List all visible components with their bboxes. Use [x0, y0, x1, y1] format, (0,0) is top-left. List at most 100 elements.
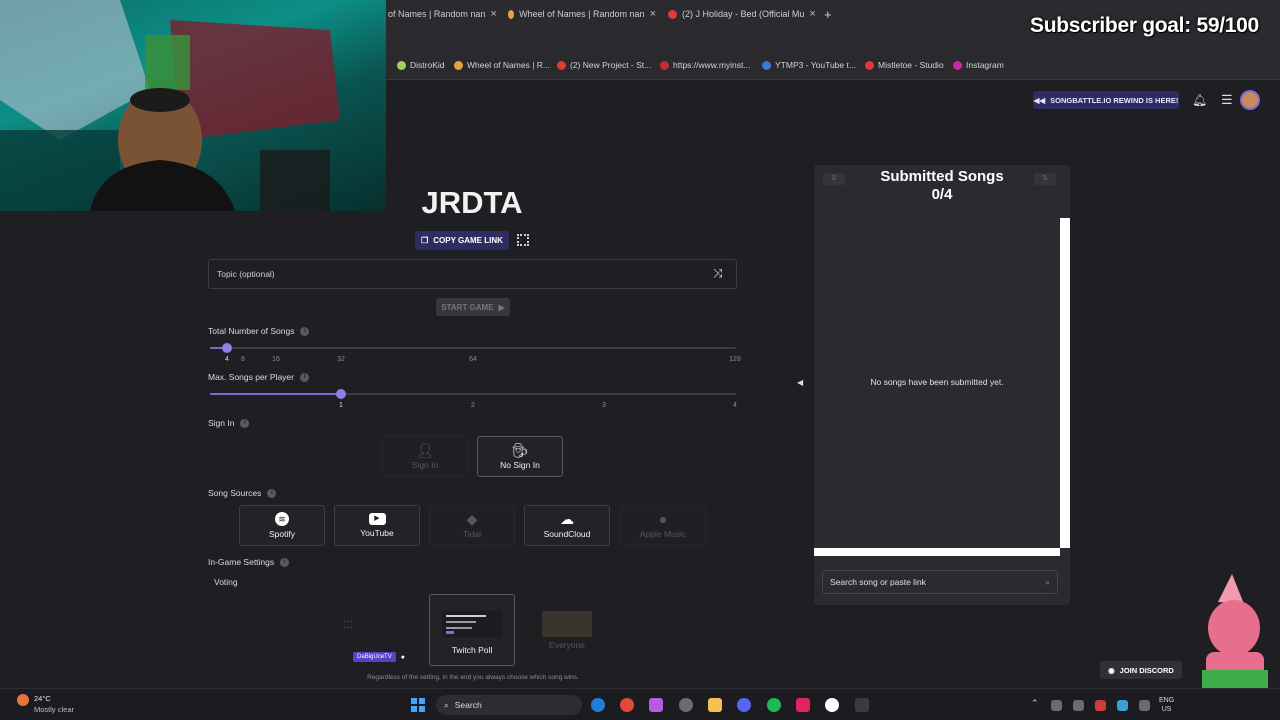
- voting-everyone[interactable]: Everyone: [524, 594, 610, 666]
- new-tab-button[interactable]: +: [824, 5, 832, 23]
- rewind-banner-button[interactable]: ◀◀ SONGBATTLE.IO REWIND IS HERE!: [1033, 91, 1179, 109]
- spotify-app-icon[interactable]: [767, 698, 781, 712]
- tray-icon[interactable]: [1095, 700, 1106, 711]
- close-tab-icon[interactable]: ×: [490, 8, 496, 20]
- apple-icon: ●: [658, 511, 668, 527]
- voting-twitch-poll[interactable]: Twitch Poll: [429, 594, 515, 666]
- wheel-icon: [454, 60, 463, 70]
- edge-icon[interactable]: [591, 698, 605, 712]
- soundcloud-icon: ☁: [560, 511, 574, 527]
- taskbar-search-box[interactable]: ⌕ Search: [436, 695, 582, 715]
- file-explorer-icon[interactable]: [708, 698, 722, 712]
- instagram-icon: [953, 60, 962, 70]
- total-songs-slider[interactable]: [210, 347, 736, 349]
- copy-game-link-button[interactable]: ❐ COPY GAME LINK: [415, 231, 509, 250]
- info-icon[interactable]: i: [267, 488, 277, 498]
- discord-app-icon[interactable]: [737, 698, 751, 712]
- copilot-icon[interactable]: [649, 698, 663, 712]
- start-game-button[interactable]: START GAME ▶: [436, 298, 510, 316]
- bookmark-item[interactable]: DistroKid: [397, 60, 444, 70]
- bookmark-item[interactable]: https://www.myinst...: [660, 60, 750, 70]
- source-apple-music[interactable]: ● Apple Music: [620, 505, 706, 546]
- cursor-icon: ●: [400, 653, 405, 661]
- app-icon[interactable]: [855, 698, 869, 712]
- sign-in-label: Sign In i: [208, 418, 250, 428]
- incognito-icon: 🕵︎: [511, 442, 529, 458]
- browser-tab[interactable]: of Names | Random nan ×: [388, 5, 500, 23]
- bookmark-label: Wheel of Names | R...: [467, 60, 550, 70]
- total-songs-handle[interactable]: [222, 343, 232, 353]
- settings-icon[interactable]: [679, 698, 693, 712]
- sign-in-text: Sign In: [208, 418, 235, 428]
- submitted-songs-count: 0/4: [931, 186, 953, 203]
- bookmark-item[interactable]: Wheel of Names | R...: [454, 60, 550, 70]
- bell-icon[interactable]: 🔔︎: [1192, 93, 1207, 107]
- weather-description[interactable]: Mostly clear: [34, 705, 74, 714]
- shuffle-icon[interactable]: ⤨: [713, 266, 723, 281]
- tiktok-app-icon[interactable]: [796, 698, 810, 712]
- slider-tick: 4: [225, 356, 229, 363]
- topic-placeholder: Topic (optional): [217, 269, 275, 279]
- bookmark-item[interactable]: Mistletoe - Studio: [865, 60, 944, 70]
- spotify-icon: ≋: [275, 512, 289, 526]
- taskbar-search-label: Search: [454, 700, 482, 710]
- start-game-label: START GAME: [441, 302, 494, 312]
- source-spotify[interactable]: ≋ Spotify: [239, 505, 325, 546]
- bookmark-label: DistroKid: [410, 60, 445, 70]
- option-label: Spotify: [269, 529, 295, 539]
- voting-twitch-chat[interactable]: ▪ ▪ ▪ ▪ ▪ ▪ DaBigUceTV ●: [336, 594, 422, 666]
- close-tab-icon[interactable]: ×: [650, 8, 656, 20]
- info-icon[interactable]: i: [300, 326, 310, 336]
- bookmark-item[interactable]: (2) New Project - St...: [557, 60, 651, 70]
- join-discord-button[interactable]: ◉ JOIN DISCORD: [1100, 661, 1182, 679]
- collapse-panel-icon[interactable]: ◀: [797, 378, 803, 387]
- slider-tick: 1: [339, 402, 343, 409]
- horizontal-scrollbar[interactable]: [814, 548, 1060, 556]
- slider-tick: 64: [469, 356, 477, 363]
- qr-code-icon[interactable]: [517, 234, 529, 246]
- submitted-songs-title: Submitted Songs: [880, 168, 1004, 185]
- no-sign-in-option[interactable]: 🕵︎ No Sign In: [477, 436, 563, 477]
- topic-input[interactable]: Topic (optional): [208, 259, 737, 289]
- weather-icon[interactable]: [17, 694, 29, 706]
- avatar[interactable]: [1240, 90, 1260, 110]
- info-icon[interactable]: i: [299, 372, 309, 382]
- browser-tab[interactable]: Wheel of Names | Random nan ×: [508, 5, 656, 23]
- tray-icon[interactable]: [1051, 700, 1062, 711]
- option-label: Tidal: [462, 529, 482, 539]
- in-game-settings-label: In-Game Settings i: [208, 557, 290, 567]
- tray-icon[interactable]: [1073, 700, 1084, 711]
- total-songs-label: Total Number of Songs i: [208, 326, 310, 336]
- bookmark-item[interactable]: YTMP3 - YouTube t...: [762, 60, 856, 70]
- sign-in-option[interactable]: 👤︎ Sign In: [382, 436, 468, 477]
- vertical-scrollbar[interactable]: [1060, 218, 1070, 548]
- windows-start-icon[interactable]: [411, 698, 425, 712]
- poll-line: [446, 627, 472, 629]
- song-sources-label: Song Sources i: [208, 488, 277, 498]
- close-tab-icon[interactable]: ×: [809, 8, 815, 20]
- wifi-icon[interactable]: [1139, 700, 1150, 711]
- start-tile: [411, 706, 417, 712]
- voting-label: Voting: [214, 577, 238, 587]
- slider-tick: 8: [241, 356, 245, 363]
- character-figure: [1202, 574, 1268, 688]
- browser-tab[interactable]: (2) J Holiday - Bed (Official Mu ×: [668, 5, 818, 23]
- source-tidal[interactable]: ◆ Tidal: [429, 505, 515, 546]
- in-game-text: In-Game Settings: [208, 557, 275, 567]
- studio-icon: [557, 60, 566, 70]
- menu-icon[interactable]: ☰: [1221, 92, 1233, 108]
- max-songs-handle[interactable]: [336, 389, 346, 399]
- weather-temp[interactable]: 24°C: [34, 694, 51, 703]
- chrome-icon[interactable]: [620, 698, 634, 712]
- obs-app-icon[interactable]: [825, 698, 839, 712]
- tray-icon[interactable]: [1117, 700, 1128, 711]
- bookmark-item[interactable]: Instagram: [953, 60, 1004, 70]
- source-soundcloud[interactable]: ☁ SoundCloud: [524, 505, 610, 546]
- info-icon[interactable]: i: [280, 557, 290, 567]
- info-icon[interactable]: i: [240, 418, 250, 428]
- source-youtube[interactable]: ▶ YouTube: [334, 505, 420, 546]
- slider-tick: 16: [272, 356, 280, 363]
- song-search-input[interactable]: Search song or paste link ⌕: [822, 570, 1058, 594]
- language-indicator[interactable]: ENG US: [1159, 696, 1174, 714]
- chevron-up-icon[interactable]: ⌃: [1031, 698, 1039, 709]
